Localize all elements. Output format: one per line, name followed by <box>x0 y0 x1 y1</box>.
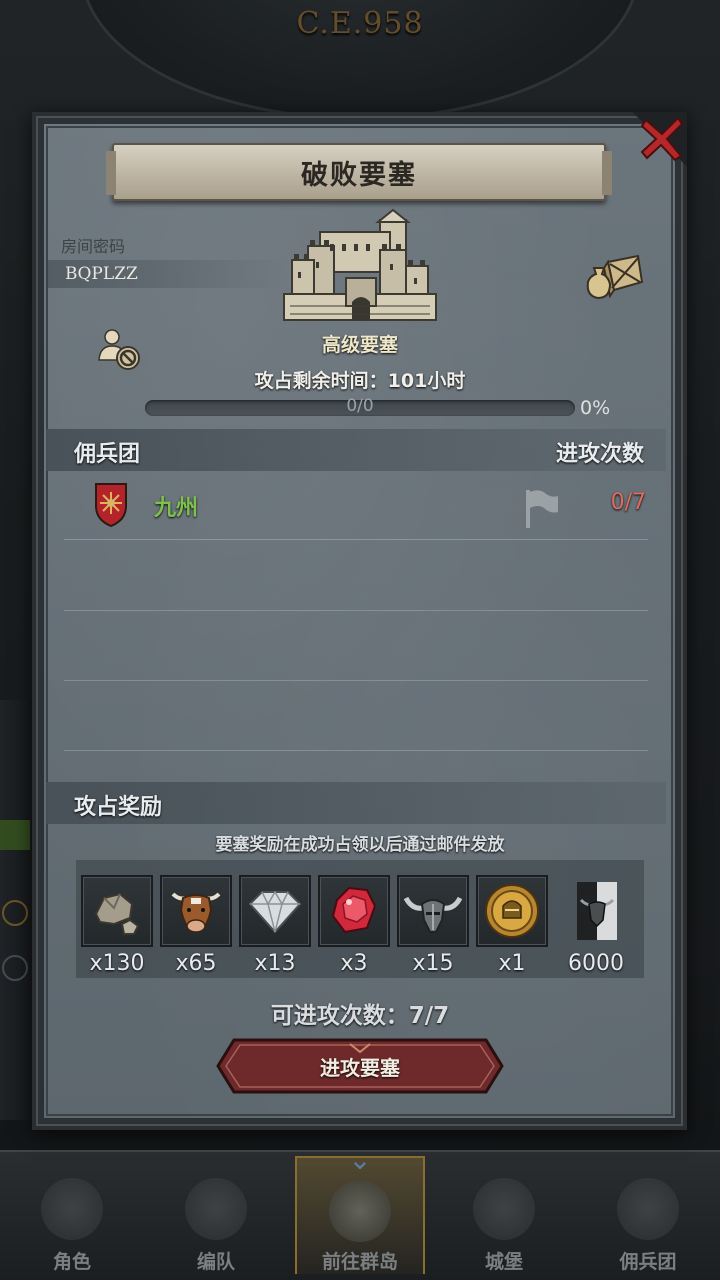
guild-shield-icon <box>95 483 127 528</box>
stone-icon <box>94 892 140 935</box>
gold-medal-icon <box>485 884 539 938</box>
mercenary-section-title: 佣兵团 <box>74 442 141 467</box>
room-code-box[interactable]: BQPLZZ <box>48 260 288 288</box>
empty-mercenary-row <box>64 681 648 751</box>
empty-mercenary-row <box>64 541 648 611</box>
nav-label: 编队 <box>196 1251 235 1273</box>
rewards-section-header: 攻占奖励 <box>46 782 666 824</box>
reward-item[interactable]: x15 <box>397 875 469 976</box>
dialog-title-banner: 破败要塞 <box>106 143 612 201</box>
reward-quantity: x15 <box>412 951 454 976</box>
attacks-column-header: 进攻次数 <box>555 442 644 467</box>
reward-quantity: 6000 <box>568 951 624 976</box>
nav-item-character[interactable]: 角色 <box>7 1156 137 1274</box>
diamond-icon <box>248 890 302 934</box>
mercenary-attack-count: 0/7 <box>610 490 646 515</box>
nav-label: 佣兵团 <box>619 1251 677 1273</box>
reward-quantity: x3 <box>340 951 368 976</box>
fortress-icon <box>283 208 437 321</box>
formation-icon <box>185 1178 247 1240</box>
progress-percent: 0% <box>580 397 611 419</box>
reward-item[interactable]: x3 <box>318 875 390 976</box>
close-button[interactable] <box>636 112 688 164</box>
supply-crate-icon[interactable] <box>584 252 644 300</box>
dialog-title: 破败要塞 <box>301 159 417 191</box>
nav-label: 城堡 <box>484 1251 523 1273</box>
nav-item-castle[interactable]: 城堡 <box>439 1156 569 1274</box>
ruby-icon <box>331 886 377 934</box>
room-code-value: BQPLZZ <box>65 264 138 284</box>
nav-item-formation[interactable]: 编队 <box>151 1156 281 1274</box>
mercenary-icon <box>617 1178 679 1240</box>
occupation-progress-bar: 0/0 <box>145 396 575 416</box>
bottom-nav: 角色 编队 ⌄ 前往群岛 城堡 佣兵团 <box>0 1146 720 1280</box>
room-code-label: 房间密码 <box>61 237 126 256</box>
close-icon <box>640 116 684 162</box>
mercenary-row[interactable]: 九州 0/7 <box>64 472 648 540</box>
attack-button-label: 进攻要塞 <box>320 1055 400 1080</box>
rewards-note: 要塞奖励在成功占领以后通过邮件发放 <box>215 835 505 855</box>
cattle-icon <box>171 892 221 933</box>
remaining-attacks: 可进攻次数：7/7 <box>270 1003 450 1029</box>
reward-quantity: x65 <box>175 951 217 976</box>
reward-item[interactable]: x1 <box>476 875 548 976</box>
reward-quantity: x1 <box>498 951 526 976</box>
islands-icon <box>329 1180 391 1242</box>
nav-item-mercenary[interactable]: 佣兵团 <box>583 1156 713 1274</box>
horned-helmet-icon <box>403 896 463 933</box>
flag-icon <box>526 490 558 528</box>
reward-item[interactable]: x130 <box>81 875 153 976</box>
reward-quantity: x130 <box>89 951 145 976</box>
nav-item-islands[interactable]: ⌄ 前往群岛 <box>295 1146 425 1274</box>
castle-icon <box>473 1178 535 1240</box>
reward-quantity: x13 <box>254 951 296 976</box>
reward-item[interactable]: 6000 <box>560 875 632 976</box>
knight-icon <box>41 1178 103 1240</box>
nav-label: 前往群岛 <box>321 1251 398 1273</box>
attack-fortress-button[interactable]: 进攻要塞 <box>216 1038 504 1094</box>
progress-text: 0/0 <box>346 396 374 416</box>
chevron-down-icon: ⌄ <box>348 1143 372 1176</box>
empty-mercenary-row <box>64 611 648 681</box>
nav-label: 角色 <box>52 1251 91 1273</box>
rewards-section-title: 攻占奖励 <box>74 795 163 820</box>
occupation-time-remaining: 攻占剩余时间：101小时 <box>254 370 466 392</box>
mercenary-name: 九州 <box>154 496 199 521</box>
bull-banner-icon <box>577 882 617 940</box>
mercenary-section-header: 佣兵团 进攻次数 <box>46 429 666 471</box>
reward-item[interactable]: x65 <box>160 875 232 976</box>
reward-item[interactable]: x13 <box>239 875 311 976</box>
